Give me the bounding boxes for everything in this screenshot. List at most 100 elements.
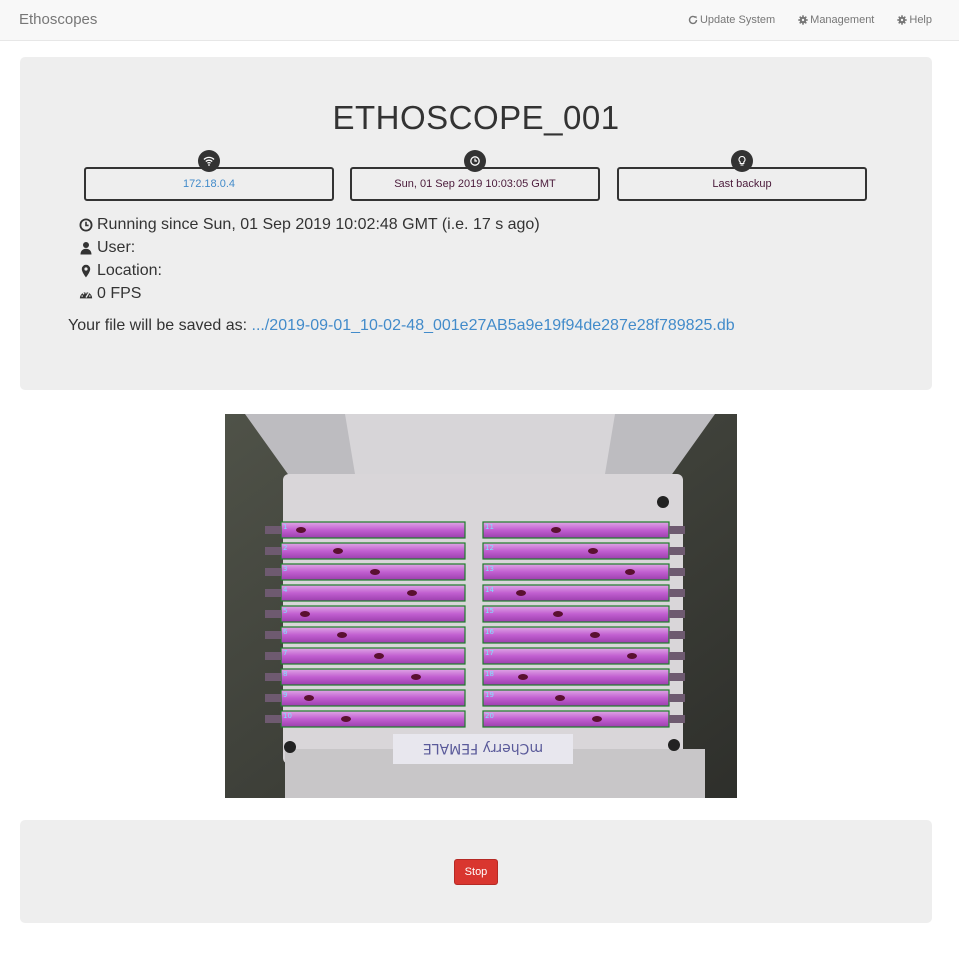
tube-roi (482, 710, 670, 728)
tube-cap (669, 526, 685, 534)
help-link[interactable]: Help (897, 14, 932, 26)
tube-roi (482, 605, 670, 623)
update-system-label: Update System (699, 14, 776, 26)
fps-text: 0 FPS (97, 285, 142, 302)
fly (551, 527, 561, 533)
fly (592, 716, 602, 722)
tube-label: 19 (485, 691, 494, 699)
tube-cap (669, 547, 685, 555)
device-title: ETHOSCOPE_001 (332, 99, 620, 136)
camera-frame: 1 11 2 12 3 13 4 14 5 15 6 16 7 17 8 18 9 19 10 20 mCherry … (225, 414, 737, 798)
fps-line: 0 FPS (79, 282, 540, 305)
status-list: Running since Sun, 01 Sep 2019 10:02:48 … (79, 213, 540, 305)
tube-label: 5 (283, 607, 287, 615)
fly (370, 569, 380, 575)
tube-cap (265, 568, 281, 576)
controls-panel: Stop (20, 820, 932, 923)
tube-label: 10 (283, 712, 292, 720)
tube-cap (265, 610, 281, 618)
stop-button[interactable]: Stop (454, 859, 498, 885)
management-label: Management (810, 14, 875, 26)
tube-label: 17 (485, 649, 494, 657)
tube-label: 2 (283, 544, 287, 552)
tube-label: 7 (283, 649, 287, 657)
marker-dot (657, 496, 669, 508)
tube-roi (280, 647, 466, 665)
fly (296, 527, 306, 533)
fly (407, 590, 417, 596)
fly (590, 632, 600, 638)
tube-cap (669, 673, 685, 681)
tube-roi (482, 542, 670, 560)
marker-dot (668, 739, 680, 751)
tube-cap (669, 694, 685, 702)
tube-roi (280, 710, 466, 728)
clock-icon (464, 150, 486, 172)
running-since-text: Running since Sun, 01 Sep 2019 10:02:48 … (97, 216, 540, 233)
tube-label: 15 (485, 607, 494, 615)
help-label: Help (909, 14, 932, 26)
file-save-line: Your file will be saved as: .../2019-09-… (68, 317, 735, 335)
tube-cap (669, 568, 685, 576)
fly (300, 611, 310, 617)
tube-cap (265, 673, 281, 681)
tube-roi (280, 542, 466, 560)
gear-icon (798, 15, 808, 25)
gear-icon (897, 15, 908, 25)
tube-roi (482, 563, 670, 581)
file-path-link[interactable]: .../2019-09-01_10-02-48_001e27AB5a9e19f9… (252, 317, 735, 334)
brand-link[interactable]: Ethoscopes (19, 11, 97, 28)
tube-cap (669, 652, 685, 660)
tube-roi (482, 689, 670, 707)
tube-roi (482, 584, 670, 602)
management-link[interactable]: Management (798, 14, 874, 26)
fly (555, 695, 565, 701)
fly (341, 716, 351, 722)
tube-cap (669, 715, 685, 723)
tube-label: 4 (283, 586, 288, 594)
fly (333, 548, 343, 554)
fly (588, 548, 598, 554)
tube-cap (265, 589, 281, 597)
fly (411, 674, 421, 680)
device-datetime: Sun, 01 Sep 2019 10:03:05 GMT (394, 178, 556, 190)
tube-roi (280, 626, 466, 644)
tube-label: 1 (283, 523, 287, 531)
marker-dot (284, 741, 296, 753)
tube-cap (265, 694, 281, 702)
fly (627, 653, 637, 659)
tube-roi (280, 668, 466, 686)
fly (374, 653, 384, 659)
fly (516, 590, 526, 596)
refresh-icon (688, 15, 698, 25)
tube-roi (482, 647, 670, 665)
camera-image: 1 112 123 134 145 156 167 178 189 1910 20 mCherry … (225, 414, 737, 798)
tube-label: 12 (485, 544, 494, 552)
ip-address[interactable]: 172.18.0.4 (86, 169, 332, 199)
wifi-icon (198, 150, 220, 172)
tube-label: 11 (485, 523, 494, 531)
tube-label: 8 (283, 670, 287, 678)
running-since-line: Running since Sun, 01 Sep 2019 10:02:48 … (79, 213, 540, 236)
tube-roi (280, 584, 466, 602)
tube-cap (669, 589, 685, 597)
tube-cap (265, 547, 281, 555)
tube-label: 18 (485, 670, 494, 678)
clock-icon (79, 218, 93, 231)
fly (304, 695, 314, 701)
fly (337, 632, 347, 638)
update-system-link[interactable]: Update System (688, 14, 775, 26)
tube-cap (265, 526, 281, 534)
fly (518, 674, 528, 680)
user-label: User: (97, 239, 136, 256)
fly (553, 611, 563, 617)
location-line: Location: (79, 259, 540, 282)
backup-box: Last backup (617, 150, 867, 201)
file-prefix: Your file will be saved as: (68, 317, 252, 334)
tube-roi (482, 626, 670, 644)
tube-label: 20 (485, 712, 494, 720)
ip-box: 172.18.0.4 (84, 150, 334, 201)
tube-label: 13 (485, 565, 494, 573)
navbar: Ethoscopes Update System Management Help (0, 0, 959, 41)
user-icon (80, 241, 92, 254)
